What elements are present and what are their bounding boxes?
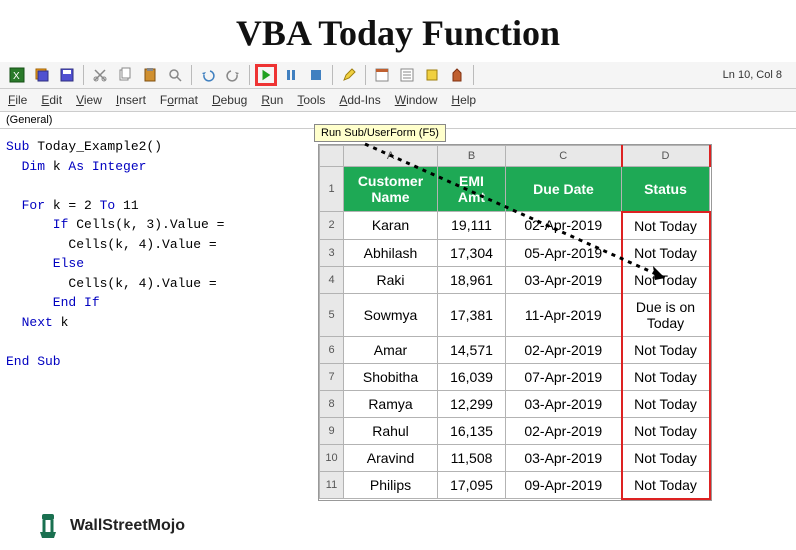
data-cell[interactable]: 02-Apr-2019 [506,212,622,240]
data-cell[interactable]: 12,299 [438,390,506,417]
row-header[interactable]: 7 [320,363,344,390]
data-cell[interactable]: Not Today [622,363,710,390]
design-mode-icon[interactable] [338,64,360,86]
menu-view[interactable]: View [76,93,102,107]
data-cell[interactable]: 16,039 [438,363,506,390]
row-header[interactable]: 11 [320,471,344,499]
data-cell[interactable]: 03-Apr-2019 [506,390,622,417]
toolbox-icon[interactable] [446,64,468,86]
header-cell[interactable]: Due Date [506,167,622,212]
paste-icon[interactable] [139,64,161,86]
data-cell[interactable]: Raki [344,266,438,293]
col-header[interactable]: B [438,146,506,167]
object-browser-icon[interactable] [421,64,443,86]
data-cell[interactable]: Not Today [622,239,710,266]
data-cell[interactable]: Not Today [622,336,710,363]
data-cell[interactable]: Aravind [344,444,438,471]
pause-icon[interactable] [280,64,302,86]
data-cell[interactable]: Ramya [344,390,438,417]
data-cell[interactable]: 11,508 [438,444,506,471]
cursor-position: Ln 10, Col 8 [723,69,790,81]
data-cell[interactable]: Not Today [622,266,710,293]
row-header[interactable]: 9 [320,417,344,444]
menubar: File Edit View Insert Format Debug Run T… [0,89,796,112]
data-cell[interactable]: Not Today [622,212,710,240]
data-cell[interactable]: 03-Apr-2019 [506,444,622,471]
menu-file[interactable]: File [8,93,27,107]
row-header[interactable]: 1 [320,167,344,212]
watermark-logo: WallStreetMojo [34,512,185,540]
menu-tools[interactable]: Tools [297,93,325,107]
menu-addins[interactable]: Add-Ins [339,93,380,107]
data-cell[interactable]: Shobitha [344,363,438,390]
data-cell[interactable]: Sowmya [344,293,438,336]
data-cell[interactable]: 03-Apr-2019 [506,266,622,293]
svg-text:X: X [13,71,20,82]
data-cell[interactable]: 02-Apr-2019 [506,417,622,444]
save-icon[interactable] [56,64,78,86]
redo-icon[interactable] [222,64,244,86]
run-button[interactable] [255,64,277,86]
data-cell[interactable]: 18,961 [438,266,506,293]
data-cell[interactable]: 16,135 [438,417,506,444]
menu-window[interactable]: Window [395,93,438,107]
data-cell[interactable]: Philips [344,471,438,499]
col-header[interactable]: C [506,146,622,167]
menu-help[interactable]: Help [451,93,476,107]
col-header[interactable]: A [344,146,438,167]
toolbar: X Ln 10, Col 8 [0,62,796,89]
data-cell[interactable]: Rahul [344,417,438,444]
logo-text: WallStreetMojo [70,517,185,535]
copy-icon[interactable] [114,64,136,86]
header-cell[interactable]: Customer Name [344,167,438,212]
data-cell[interactable]: Not Today [622,471,710,499]
col-header[interactable]: D [622,146,710,167]
cut-icon[interactable] [89,64,111,86]
menu-edit[interactable]: Edit [41,93,62,107]
data-cell[interactable]: Not Today [622,390,710,417]
excel-sheet: A B C D 1 Customer Name EMI Amt Due Date… [318,144,712,501]
data-cell[interactable]: Due is on Today [622,293,710,336]
find-icon[interactable] [164,64,186,86]
project-explorer-icon[interactable] [371,64,393,86]
data-cell[interactable]: 17,095 [438,471,506,499]
row-header[interactable]: 2 [320,212,344,240]
row-header[interactable]: 5 [320,293,344,336]
menu-format[interactable]: Format [160,93,198,107]
data-cell[interactable]: 11-Apr-2019 [506,293,622,336]
data-cell[interactable]: Not Today [622,444,710,471]
data-cell[interactable]: 07-Apr-2019 [506,363,622,390]
page-title: VBA Today Function [0,0,796,62]
data-cell[interactable]: Amar [344,336,438,363]
row-header[interactable]: 4 [320,266,344,293]
header-cell[interactable]: EMI Amt [438,167,506,212]
data-cell[interactable]: Not Today [622,417,710,444]
data-cell[interactable]: Karan [344,212,438,240]
excel-icon[interactable]: X [6,64,28,86]
run-tooltip: Run Sub/UserForm (F5) [314,124,446,142]
properties-icon[interactable] [396,64,418,86]
data-cell[interactable]: Abhilash [344,239,438,266]
row-header[interactable]: 8 [320,390,344,417]
stop-icon[interactable] [305,64,327,86]
corner-cell[interactable] [320,146,344,167]
save-all-icon[interactable] [31,64,53,86]
menu-insert[interactable]: Insert [116,93,146,107]
data-cell[interactable]: 14,571 [438,336,506,363]
header-cell[interactable]: Status [622,167,710,212]
menu-debug[interactable]: Debug [212,93,247,107]
data-cell[interactable]: 05-Apr-2019 [506,239,622,266]
data-cell[interactable]: 17,304 [438,239,506,266]
undo-icon[interactable] [197,64,219,86]
code-editor[interactable]: Sub Today_Example2() Dim k As Integer Fo… [0,129,320,379]
menu-run[interactable]: Run [261,93,283,107]
data-cell[interactable]: 02-Apr-2019 [506,336,622,363]
row-header[interactable]: 3 [320,239,344,266]
data-cell[interactable]: 09-Apr-2019 [506,471,622,499]
row-header[interactable]: 10 [320,444,344,471]
data-cell[interactable]: 19,111 [438,212,506,240]
data-cell[interactable]: 17,381 [438,293,506,336]
row-header[interactable]: 6 [320,336,344,363]
